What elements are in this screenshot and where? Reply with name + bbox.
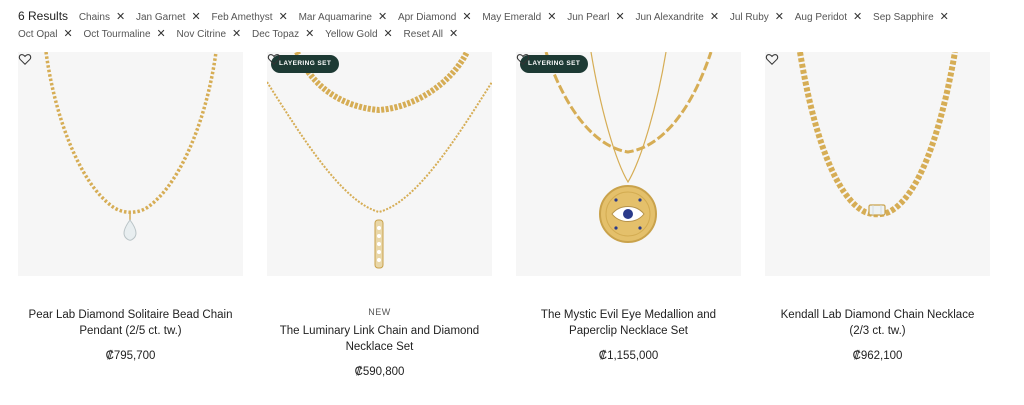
layering-set-badge: LAYERING SET — [520, 55, 589, 73]
filter-chip-label: Nov Citrine — [176, 29, 227, 40]
filter-chip[interactable]: May Emerald ✕ — [482, 9, 556, 26]
filter-chip-label: Dec Topaz — [252, 29, 300, 40]
filter-chip-label: Chains — [78, 12, 110, 23]
product-card[interactable]: Pear Lab Diamond Solitaire Bead Chain Pe… — [18, 52, 243, 392]
filter-chip[interactable]: Dec Topaz ✕ — [252, 26, 314, 43]
new-tag: NEW — [368, 307, 391, 317]
active-filters-bar: 6 Results Chains ✕ Jan Garnet ✕ Feb Amethy… — [18, 8, 1008, 43]
filter-chip-label: Oct Opal — [18, 29, 58, 40]
close-icon[interactable]: ✕ — [63, 26, 72, 42]
product-image[interactable] — [18, 52, 243, 276]
filter-chip[interactable]: Apr Diamond ✕ — [398, 9, 472, 26]
close-icon[interactable]: ✕ — [547, 9, 556, 25]
filter-chip[interactable]: Jul Ruby ✕ — [730, 9, 784, 26]
layering-set-badge: LAYERING SET — [271, 55, 340, 73]
close-icon[interactable]: ✕ — [853, 9, 862, 25]
product-title[interactable]: Pear Lab Diamond Solitaire Bead Chain Pe… — [28, 307, 233, 339]
close-icon[interactable]: ✕ — [775, 9, 784, 25]
product-title[interactable]: Kendall Lab Diamond Chain Necklace (2/3 … — [775, 307, 980, 339]
close-icon[interactable]: ✕ — [449, 26, 458, 42]
heart-icon[interactable] — [18, 52, 32, 66]
product-grid: Pear Lab Diamond Solitaire Bead Chain Pe… — [18, 52, 990, 392]
filter-chip[interactable]: Jun Alexandrite ✕ — [635, 9, 719, 26]
product-title[interactable]: The Mystic Evil Eye Medallion and Paperc… — [526, 307, 731, 339]
heart-icon[interactable] — [267, 52, 281, 66]
product-image[interactable]: LAYERING SET — [267, 52, 492, 276]
product-image[interactable]: LAYERING SET — [516, 52, 741, 276]
product-title[interactable]: The Luminary Link Chain and Diamond Neck… — [277, 323, 482, 355]
close-icon[interactable]: ✕ — [384, 26, 393, 42]
reset-all-label: Reset All — [403, 29, 444, 40]
close-icon[interactable]: ✕ — [940, 9, 949, 25]
reset-all-link[interactable]: Reset All ✕ — [404, 26, 459, 43]
filter-chip-label: Aug Peridot — [794, 12, 848, 23]
filter-chip[interactable]: Nov Citrine ✕ — [177, 26, 242, 43]
product-image[interactable] — [765, 52, 990, 276]
filter-chip[interactable]: Mar Aquamarine ✕ — [299, 9, 388, 26]
heart-icon[interactable] — [516, 52, 530, 66]
filter-chip[interactable]: Feb Amethyst ✕ — [211, 9, 287, 26]
filter-chip-label: Jul Ruby — [729, 12, 769, 23]
filter-chip[interactable]: Oct Opal ✕ — [18, 26, 73, 43]
close-icon[interactable]: ✕ — [305, 26, 314, 42]
filter-chip[interactable]: Sep Sapphire ✕ — [873, 9, 949, 26]
close-icon[interactable]: ✕ — [279, 9, 288, 25]
close-icon[interactable]: ✕ — [710, 9, 719, 25]
bead-chain-necklace-image — [44, 52, 218, 241]
results-count: 6 Results — [18, 9, 69, 23]
filter-chip-label: Jun Alexandrite — [635, 12, 704, 23]
filter-chip-label: May Emerald — [482, 12, 542, 23]
filter-chip[interactable]: Yellow Gold ✕ — [325, 26, 393, 43]
product-price: ₡962,100 — [852, 350, 903, 362]
product-card[interactable]: LAYERING SET NEW The Luminary Link Chain… — [267, 52, 492, 392]
filter-chip[interactable]: Jun Pearl ✕ — [567, 9, 624, 26]
filter-chip-label: Yellow Gold — [325, 29, 378, 40]
filter-chip[interactable]: Jan Garnet ✕ — [136, 9, 201, 26]
product-card[interactable]: LAYERING SET The Mystic Evil Eye Medalli… — [516, 52, 741, 392]
close-icon[interactable]: ✕ — [462, 9, 471, 25]
evil-eye-medallion-image — [544, 52, 713, 243]
filter-chip[interactable]: Chains ✕ — [79, 9, 125, 26]
filter-chip-label: Mar Aquamarine — [298, 12, 372, 23]
close-icon[interactable]: ✕ — [157, 26, 166, 42]
product-price: ₡795,700 — [105, 350, 156, 362]
close-icon[interactable]: ✕ — [116, 9, 125, 25]
filter-chip-label: Feb Amethyst — [211, 12, 273, 23]
product-price: ₡1,155,000 — [598, 350, 659, 362]
close-icon[interactable]: ✕ — [191, 9, 200, 25]
filter-chip[interactable]: Oct Tourmaline ✕ — [83, 26, 165, 43]
filter-chip-label: Jan Garnet — [135, 12, 186, 23]
heart-icon[interactable] — [765, 52, 779, 66]
close-icon[interactable]: ✕ — [232, 26, 241, 42]
filter-chip-label: Apr Diamond — [397, 12, 457, 23]
filter-chip-label: Jun Pearl — [567, 12, 610, 23]
filter-chip-label: Oct Tourmaline — [83, 29, 151, 40]
product-card[interactable]: Kendall Lab Diamond Chain Necklace (2/3 … — [765, 52, 990, 392]
filter-chip-label: Sep Sapphire — [873, 12, 934, 23]
product-price: ₡590,800 — [354, 366, 405, 378]
close-icon[interactable]: ✕ — [615, 9, 624, 25]
filter-chip[interactable]: Aug Peridot ✕ — [795, 9, 862, 26]
close-icon[interactable]: ✕ — [378, 9, 387, 25]
curb-chain-necklace-image — [797, 52, 958, 218]
layered-link-chain-image — [267, 52, 492, 269]
